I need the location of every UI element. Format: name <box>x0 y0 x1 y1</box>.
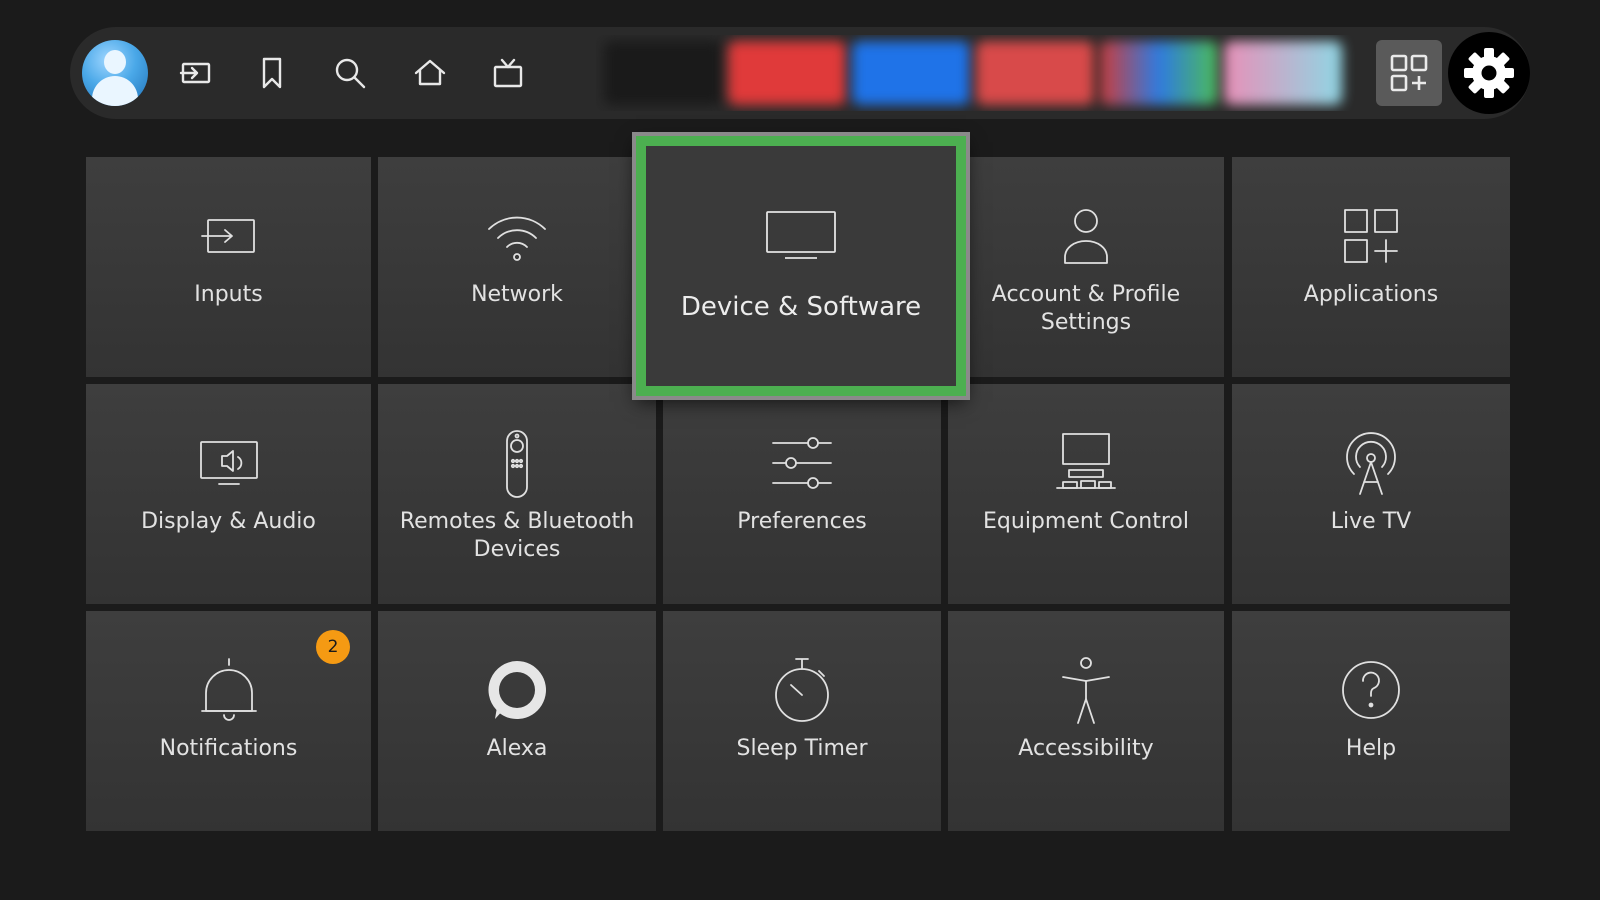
sliders-icon <box>767 428 837 498</box>
tile-label: Preferences <box>737 509 867 534</box>
timer-icon <box>767 655 837 725</box>
antenna-icon <box>1336 428 1406 498</box>
display-audio-icon <box>194 428 264 498</box>
settings-button[interactable] <box>1448 32 1530 114</box>
profile-avatar[interactable] <box>82 40 148 106</box>
tile-preferences[interactable]: Preferences <box>663 384 941 604</box>
tile-label: Inputs <box>194 282 263 307</box>
tile-label: Alexa <box>486 736 548 761</box>
bookmark-icon[interactable] <box>252 53 292 93</box>
tile-inputs[interactable]: Inputs <box>86 157 371 377</box>
tile-accessibility[interactable]: Accessibility <box>948 611 1224 831</box>
tile-label: Notifications <box>159 736 298 761</box>
tile-label: Equipment Control <box>983 509 1189 534</box>
alexa-icon <box>482 655 552 725</box>
remote-icon <box>482 428 552 498</box>
tile-live-tv[interactable]: Live TV <box>1232 384 1510 604</box>
top-nav-bar <box>70 27 1530 119</box>
search-icon[interactable] <box>330 53 370 93</box>
tile-label: Live TV <box>1330 509 1412 534</box>
tile-label: Device & Software <box>680 292 922 322</box>
recent-apps-strip <box>596 35 1356 111</box>
tile-label: Display & Audio <box>141 509 316 534</box>
equipment-icon <box>1051 428 1121 498</box>
tv-icon <box>761 206 841 270</box>
tile-remotes-bluetooth[interactable]: Remotes & Bluetooth Devices <box>378 384 656 604</box>
notification-count-badge: 2 <box>316 630 350 664</box>
tile-alexa[interactable]: Alexa <box>378 611 656 831</box>
app-tile[interactable] <box>976 41 1094 105</box>
app-tile[interactable] <box>1224 41 1342 105</box>
help-icon <box>1336 655 1406 725</box>
tile-sleep-timer[interactable]: Sleep Timer <box>663 611 941 831</box>
app-tile[interactable] <box>852 41 970 105</box>
tile-network[interactable]: Network <box>378 157 656 377</box>
tile-device-software[interactable]: Device & Software <box>636 136 966 396</box>
app-tile[interactable] <box>728 41 846 105</box>
avatar-body <box>92 76 138 106</box>
app-tile[interactable] <box>604 41 722 105</box>
input-icon <box>194 201 264 271</box>
bell-icon <box>194 655 264 725</box>
gear-icon <box>1464 48 1514 98</box>
accessibility-icon <box>1051 655 1121 725</box>
tile-applications[interactable]: Applications <box>1232 157 1510 377</box>
tile-equipment-control[interactable]: Equipment Control <box>948 384 1224 604</box>
tile-display-audio[interactable]: Display & Audio <box>86 384 371 604</box>
tile-label: Applications <box>1303 282 1439 307</box>
apps-grid-button[interactable] <box>1376 40 1442 106</box>
person-icon <box>1051 201 1121 271</box>
tile-label: Accessibility <box>1018 736 1154 761</box>
tile-label: Account & Profile Settings <box>991 282 1181 335</box>
apps-grid-icon <box>1336 201 1406 271</box>
tile-label: Remotes & Bluetooth Devices <box>399 509 635 562</box>
apps-grid-icon <box>1390 54 1428 92</box>
input-icon[interactable] <box>176 53 216 93</box>
live-tv-icon[interactable] <box>488 53 528 93</box>
tile-label: Sleep Timer <box>736 736 868 761</box>
avatar-head <box>104 50 126 74</box>
wifi-icon <box>482 201 552 271</box>
tile-help[interactable]: Help <box>1232 611 1510 831</box>
tile-label: Help <box>1345 736 1397 761</box>
home-icon[interactable] <box>410 53 450 93</box>
tile-account-profile[interactable]: Account & Profile Settings <box>948 157 1224 377</box>
tile-label: Network <box>471 282 563 307</box>
app-tile[interactable] <box>1100 41 1218 105</box>
